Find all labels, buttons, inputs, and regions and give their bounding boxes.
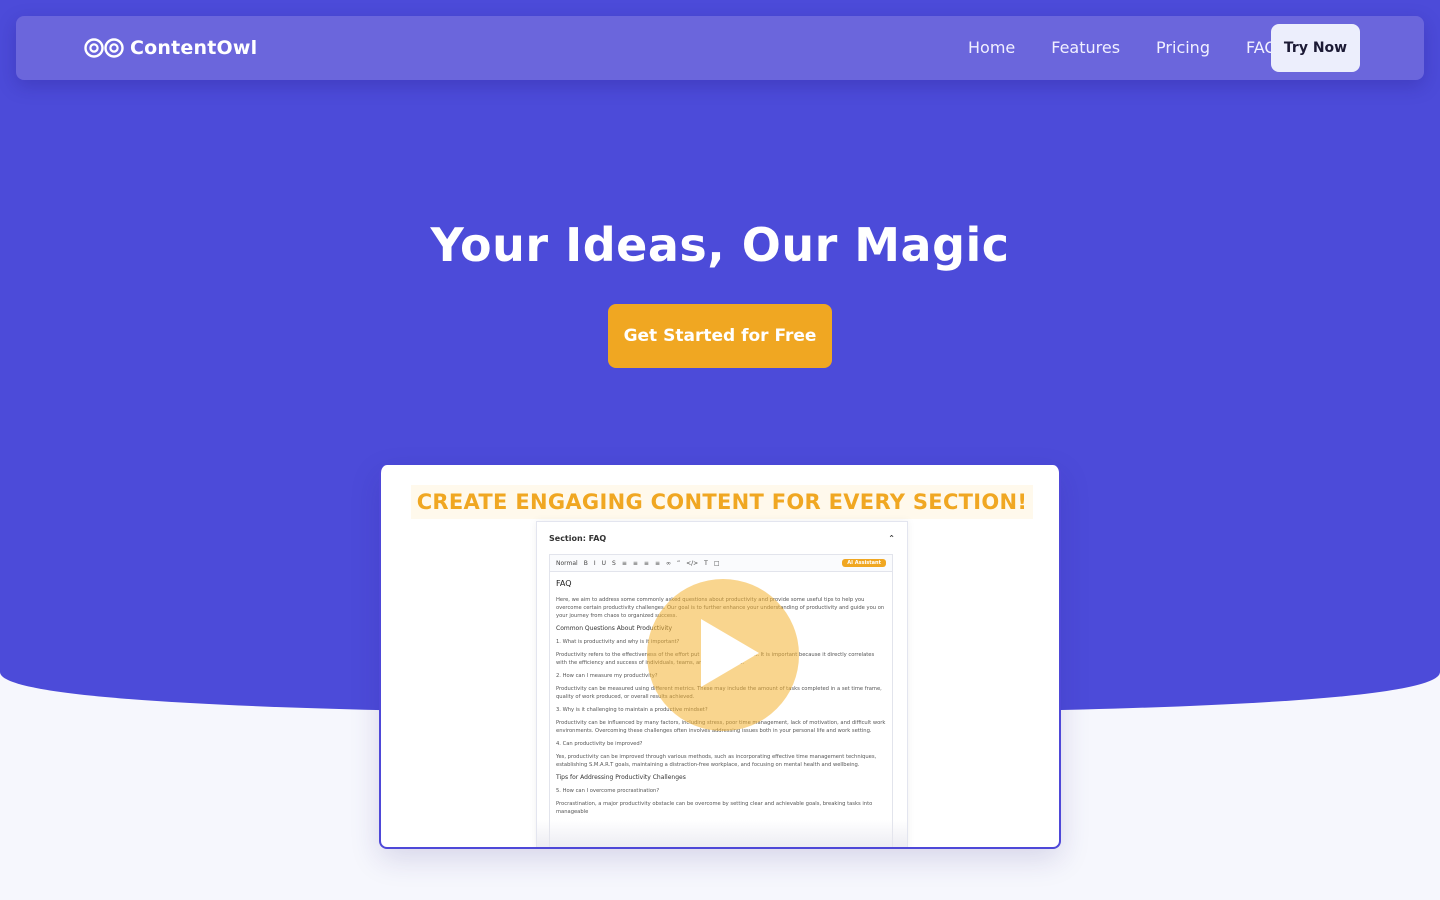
doc-paragraph: Procrastination, a major productivity ob… — [556, 801, 873, 815]
doc-paragraph: Yes, productivity can be improved throug… — [556, 754, 877, 768]
logo[interactable]: ContentOwl — [84, 36, 257, 60]
video-banner: CREATE ENGAGING CONTENT FOR EVERY SECTIO… — [411, 485, 1033, 519]
align-icon: ≡ — [621, 559, 627, 567]
get-started-button[interactable]: Get Started for Free — [608, 304, 832, 368]
hero-headline: Your Ideas, Our Magic — [430, 218, 1010, 272]
try-now-button[interactable]: Try Now — [1271, 24, 1360, 72]
section-header: Section: FAQ ⌃ — [549, 534, 895, 543]
nav-link-pricing[interactable]: Pricing — [1138, 24, 1228, 72]
list-ordered-icon: ≡ — [643, 559, 649, 567]
link-icon: ∞ — [665, 559, 671, 567]
clear-format-icon: T — [704, 559, 708, 567]
doc-heading: Tips for Addressing Productivity Challen… — [556, 774, 686, 781]
format-select: Normal — [556, 559, 578, 567]
nav-links: Home Features Pricing FAQ — [950, 24, 1295, 72]
video-player[interactable]: CREATE ENGAGING CONTENT FOR EVERY SECTIO… — [379, 465, 1061, 849]
nav-link-home[interactable]: Home — [950, 24, 1033, 72]
strike-icon: S — [612, 559, 616, 567]
nav-link-features[interactable]: Features — [1033, 24, 1138, 72]
fullscreen-icon: □ — [713, 559, 720, 567]
chevron-up-icon: ⌃ — [888, 534, 895, 543]
bold-icon: B — [583, 559, 588, 567]
quote-icon: ” — [676, 559, 681, 567]
navbar: ContentOwl Home Features Pricing FAQ Try… — [16, 16, 1424, 80]
underline-icon: U — [601, 559, 607, 567]
owl-eyes-icon — [84, 37, 124, 59]
code-icon: </> — [686, 559, 699, 567]
indent-icon: ≡ — [654, 559, 660, 567]
doc-paragraph: 5. How can I overcome procrastination? — [556, 788, 660, 794]
editor-toolbar: Normal B I U S ≡ ≡ ≡ ≡ ∞ ” </> T □ AI As… — [549, 554, 893, 572]
play-button[interactable] — [647, 579, 799, 731]
play-icon — [701, 619, 759, 687]
doc-paragraph: 4. Can productivity be improved? — [556, 741, 643, 747]
section-title: Section: FAQ — [549, 534, 607, 543]
list-icon: ≡ — [632, 559, 638, 567]
ai-assistant-button: AI Assistant — [842, 559, 886, 567]
brand-name: ContentOwl — [130, 37, 258, 59]
italic-icon: I — [593, 559, 596, 567]
